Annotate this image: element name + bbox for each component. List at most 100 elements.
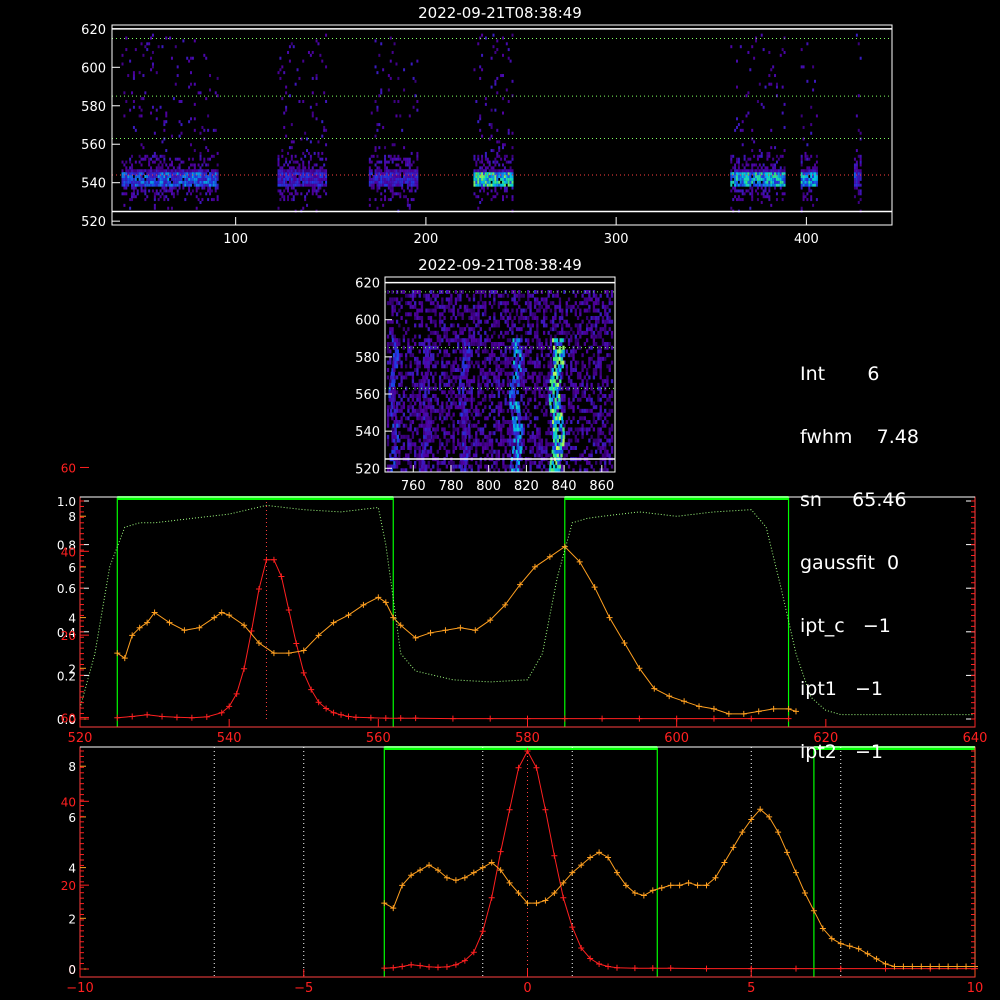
heatmap-pixel bbox=[205, 163, 208, 167]
heatmap-pixel bbox=[538, 338, 541, 343]
heatmap-pixel bbox=[380, 177, 383, 181]
heatmap-pixel bbox=[414, 449, 417, 454]
heatmap-pixel bbox=[144, 154, 147, 158]
heatmap-pixel bbox=[536, 301, 539, 306]
heatmap-pixel bbox=[516, 442, 520, 447]
heatmap-pixel bbox=[556, 382, 560, 387]
heatmap-pixel bbox=[477, 401, 480, 406]
heatmap-pixel bbox=[150, 180, 153, 184]
heatmap-pixel bbox=[552, 412, 556, 417]
heatmap-pixel bbox=[441, 312, 444, 317]
heatmap-pixel bbox=[450, 371, 453, 376]
heatmap-pixel bbox=[772, 177, 775, 181]
heatmap-pixel bbox=[516, 390, 519, 395]
heatmap-pixel bbox=[393, 175, 396, 178]
heatmap-pixel bbox=[309, 169, 312, 173]
heatmap-pixel bbox=[281, 154, 284, 158]
heatmap-pixel bbox=[592, 301, 596, 306]
heatmap-pixel bbox=[527, 438, 530, 443]
heatmap-pixel bbox=[287, 163, 290, 167]
heatmap-pixel bbox=[806, 177, 809, 181]
heatmap-pixel bbox=[500, 330, 503, 335]
heatmap-pixel bbox=[477, 206, 480, 210]
heatmap-pixel bbox=[445, 464, 449, 469]
heatmap-pixel bbox=[522, 368, 525, 372]
heatmap-pixel bbox=[434, 345, 437, 350]
heatmap-pixel bbox=[572, 394, 575, 398]
heatmap-pixel bbox=[393, 172, 396, 176]
heatmap-pixel bbox=[554, 312, 557, 317]
heatmap-pixel bbox=[770, 172, 773, 176]
heatmap-pixel bbox=[414, 460, 417, 465]
heatmap-pixel bbox=[385, 172, 388, 176]
heatmap-pixel bbox=[779, 169, 782, 173]
heatmap-pixel bbox=[425, 323, 428, 328]
heatmap-pixel bbox=[123, 183, 126, 187]
heatmap-pixel bbox=[212, 172, 215, 176]
heatmap-pixel bbox=[567, 416, 571, 421]
heatmap-pixel bbox=[438, 460, 442, 465]
heatmap-pixel bbox=[163, 186, 166, 190]
heatmap-pixel bbox=[416, 166, 419, 170]
heatmap-pixel bbox=[400, 364, 403, 369]
heatmap-pixel bbox=[311, 114, 314, 118]
heatmap-pixel bbox=[186, 172, 189, 176]
heatmap-pixel bbox=[574, 394, 577, 398]
heatmap-pixel bbox=[604, 319, 607, 324]
heatmap-pixel bbox=[292, 177, 295, 181]
heatmap-pixel bbox=[210, 154, 213, 158]
heatmap-pixel bbox=[155, 192, 158, 196]
heatmap-pixel bbox=[144, 192, 147, 196]
heatmap-pixel bbox=[325, 169, 328, 173]
heatmap-pixel bbox=[482, 177, 485, 181]
heatmap-pixel bbox=[452, 464, 455, 469]
heatmap-pixel bbox=[520, 312, 523, 317]
heatmap-pixel bbox=[470, 360, 473, 365]
heatmap-pixel bbox=[384, 146, 387, 150]
heatmap-pixel bbox=[178, 166, 181, 170]
data-point-marker bbox=[457, 624, 464, 631]
y-tick-label: 560 bbox=[355, 388, 380, 403]
heatmap-pixel bbox=[572, 405, 575, 410]
heatmap-pixel bbox=[396, 342, 399, 346]
heatmap-pixel bbox=[479, 189, 482, 193]
heatmap-pixel bbox=[398, 338, 401, 343]
heatmap-pixel bbox=[800, 114, 803, 118]
heatmap-pixel bbox=[400, 360, 403, 365]
heatmap-pixel bbox=[760, 169, 763, 173]
heatmap-pixel bbox=[466, 382, 469, 387]
heatmap-pixel bbox=[574, 382, 577, 387]
heatmap-pixel bbox=[509, 160, 512, 164]
heatmap-pixel bbox=[517, 431, 520, 436]
heatmap-pixel bbox=[452, 401, 455, 406]
heatmap-pixel bbox=[490, 169, 493, 173]
heatmap-pixel bbox=[214, 128, 217, 132]
heatmap-pixel bbox=[385, 180, 388, 184]
heatmap-pixel bbox=[511, 177, 514, 181]
emission-column bbox=[121, 33, 219, 210]
heatmap-pixel bbox=[490, 85, 493, 89]
heatmap-pixel bbox=[394, 453, 397, 458]
heatmap-pixel bbox=[511, 33, 514, 37]
heatmap-pixel bbox=[370, 154, 373, 158]
heatmap-pixel bbox=[298, 100, 301, 103]
heatmap-pixel bbox=[486, 382, 489, 387]
heatmap-pixel bbox=[479, 427, 482, 432]
heatmap-pixel bbox=[473, 157, 476, 161]
heatmap-pixel bbox=[454, 379, 458, 384]
heatmap-pixel bbox=[414, 446, 417, 450]
heatmap-pixel bbox=[468, 330, 471, 335]
heatmap-pixel bbox=[737, 163, 740, 167]
heatmap-pixel bbox=[559, 368, 562, 372]
heatmap-pixel bbox=[500, 438, 503, 443]
heatmap-pixel bbox=[751, 166, 754, 170]
heatmap-pixel bbox=[741, 175, 744, 178]
heatmap-pixel bbox=[441, 360, 444, 365]
heatmap-pixel bbox=[307, 160, 310, 164]
heatmap-pixel bbox=[458, 390, 461, 395]
heatmap-pixel bbox=[540, 371, 544, 376]
data-point-marker bbox=[285, 607, 292, 613]
heatmap-pixel bbox=[432, 379, 435, 384]
heatmap-pixel bbox=[484, 394, 487, 398]
heatmap-pixel bbox=[755, 177, 758, 181]
